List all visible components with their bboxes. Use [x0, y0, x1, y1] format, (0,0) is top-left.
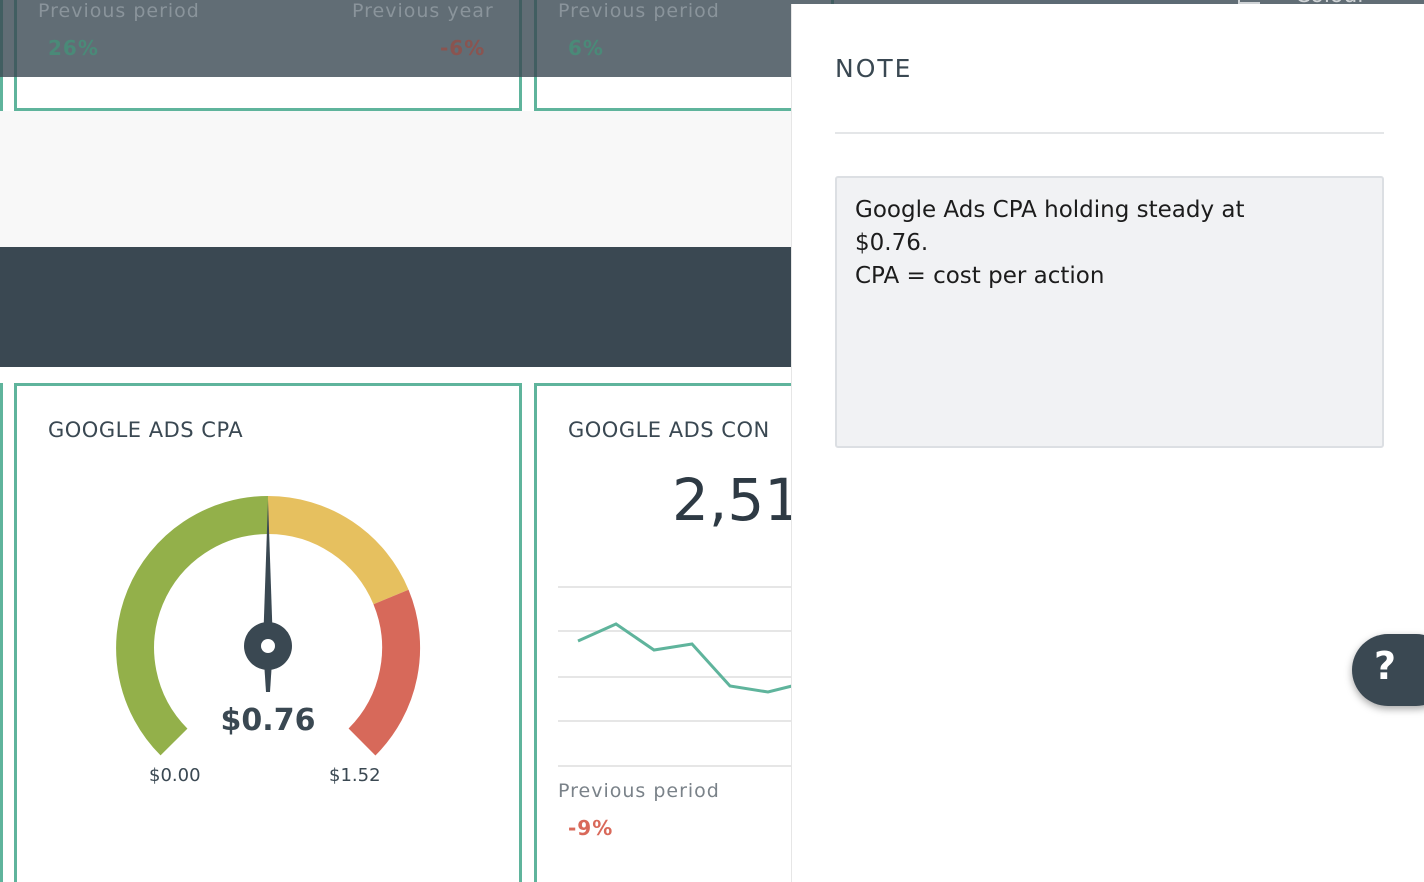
previous-period-label: Previous period: [558, 780, 720, 802]
widget-edge: [0, 383, 3, 882]
previous-period-label: Previous period: [38, 0, 200, 22]
sparkline: [577, 622, 793, 694]
previous-period-value: 6%: [568, 36, 604, 60]
gauge-min-label: $0.00: [149, 765, 201, 786]
widget-title: GOOGLE ADS CPA: [48, 418, 244, 442]
previous-period-value: 26%: [48, 36, 99, 60]
previous-year-value: -6%: [440, 36, 486, 60]
note-textarea[interactable]: Google Ads CPA holding steady at $0.76. …: [835, 176, 1384, 448]
divider: [835, 132, 1384, 134]
gauge-value: $0.76: [220, 703, 316, 738]
big-number: 2,51: [672, 466, 802, 534]
previous-period-label: Previous period: [558, 0, 720, 22]
help-button[interactable]: ?: [1352, 634, 1424, 706]
sparkline-chart: [558, 586, 798, 767]
widget-title: GOOGLE ADS CON: [568, 418, 770, 442]
note-heading: NOTE: [835, 54, 913, 83]
previous-period-value: -9%: [568, 816, 614, 840]
question-icon: ?: [1374, 644, 1397, 688]
previous-year-label: Previous year: [352, 0, 494, 22]
note-panel: NOTE Google Ads CPA holding steady at $0…: [791, 4, 1424, 882]
gauge-segment-mid: [267, 495, 409, 605]
gauge-max-label: $1.52: [329, 765, 381, 786]
gauge-hub-center: [261, 639, 275, 653]
